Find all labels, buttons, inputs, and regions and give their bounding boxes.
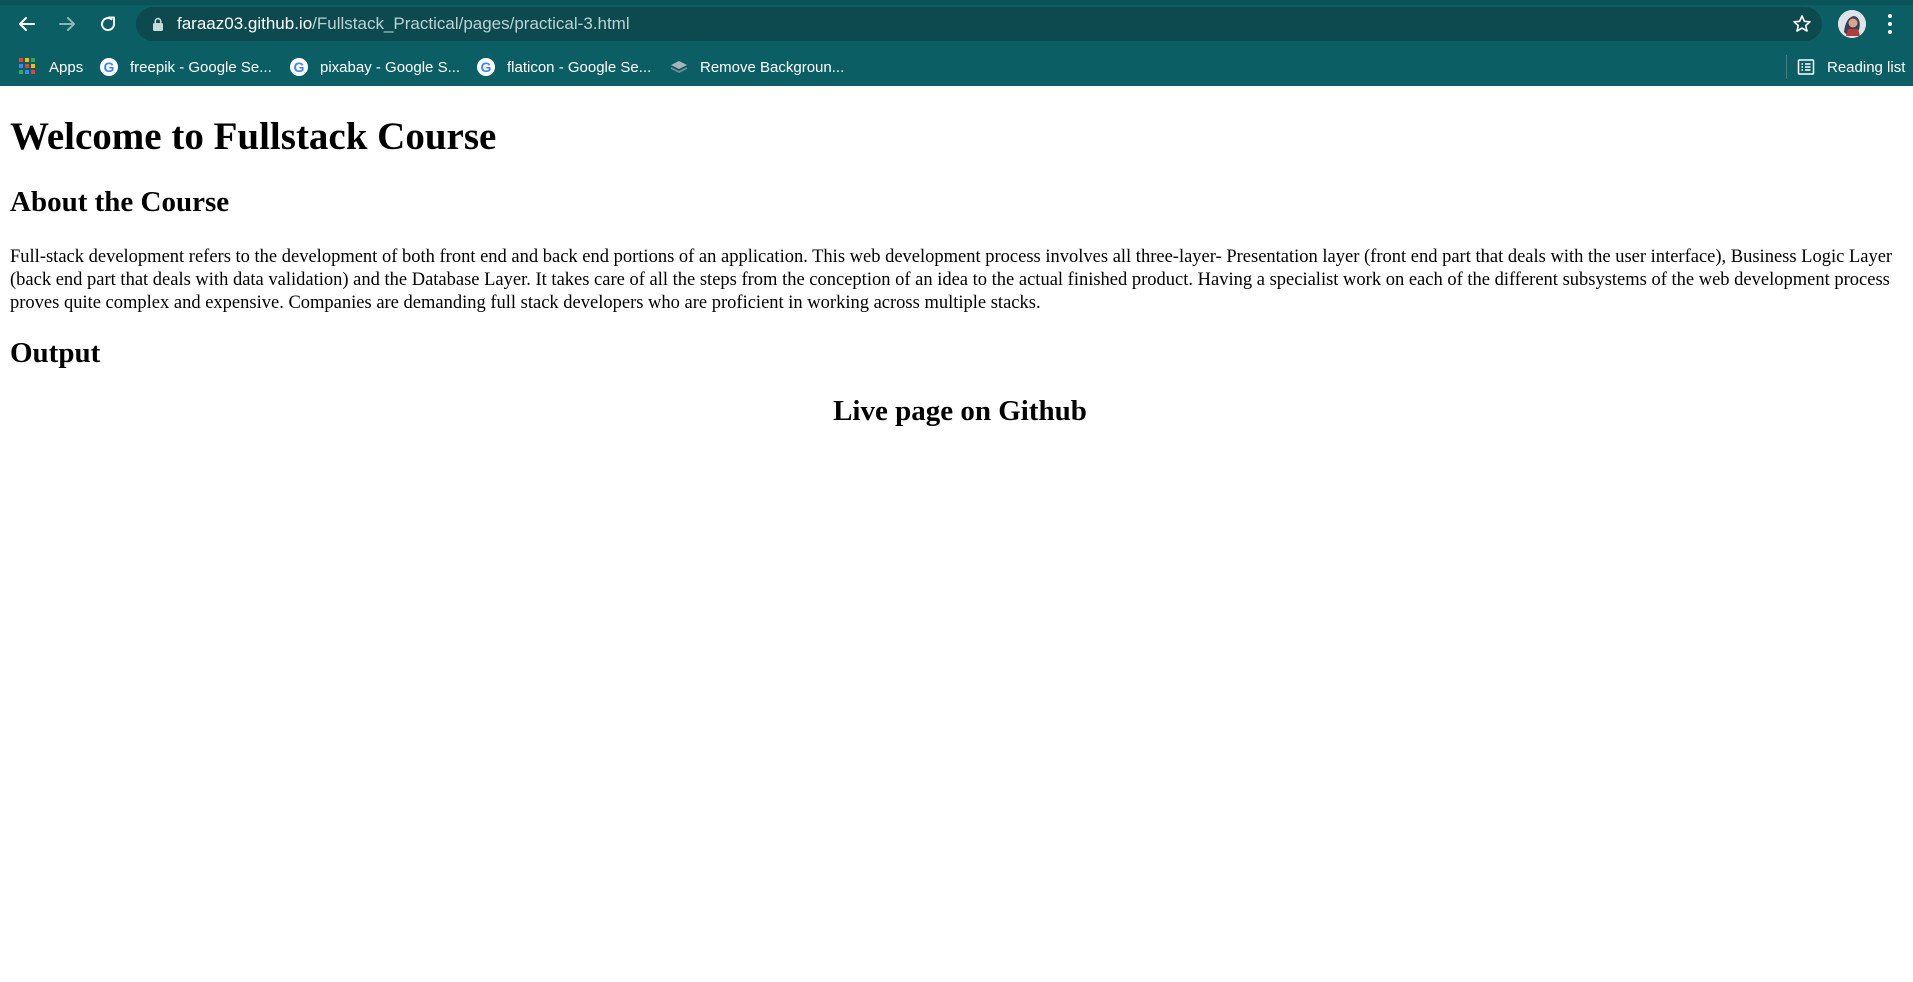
- page-content: Welcome to Fullstack Course About the Co…: [0, 86, 1913, 982]
- browser-toolbar: faraaz03.github.io/Fullstack_Practical/p…: [0, 0, 1913, 86]
- reading-list-label: Reading list: [1827, 58, 1906, 76]
- url-text[interactable]: faraaz03.github.io/Fullstack_Practical/p…: [177, 7, 630, 41]
- bookmark-pixabay[interactable]: G pixabay - Google S...: [290, 53, 460, 81]
- about-heading: About the Course: [10, 186, 230, 218]
- bookmark-label: Remove Backgroun...: [700, 58, 845, 76]
- bookmark-label: pixabay - Google S...: [320, 58, 461, 76]
- google-icon: G: [100, 58, 118, 76]
- remove-bg-icon: [670, 58, 688, 76]
- address-bar[interactable]: faraaz03.github.io/Fullstack_Practical/p…: [136, 7, 1822, 41]
- about-paragraph: Full-stack development refers to the dev…: [10, 247, 1893, 313]
- google-icon: G: [290, 58, 308, 76]
- output-heading: Output: [10, 337, 101, 369]
- browser-menu-button[interactable]: [1880, 12, 1900, 36]
- menu-dot: [1888, 22, 1892, 26]
- forward-arrow-icon: [59, 17, 75, 31]
- live-page-link[interactable]: Live page on Github: [0, 395, 1913, 428]
- reading-list-icon: [1797, 58, 1815, 76]
- back-button[interactable]: [10, 9, 44, 39]
- profile-avatar-icon: [1838, 10, 1866, 38]
- reload-icon: [101, 16, 116, 32]
- apps-grid-icon: [19, 58, 37, 76]
- bookmarks-bar: Apps G freepik - Google Se... G pixabay …: [0, 48, 1913, 86]
- lock-icon[interactable]: [152, 17, 164, 31]
- forward-button[interactable]: [50, 9, 84, 39]
- back-arrow-icon: [19, 17, 35, 31]
- reload-button[interactable]: [91, 9, 125, 39]
- bookmarks-divider: [1786, 55, 1787, 79]
- profile-avatar[interactable]: [1838, 10, 1866, 38]
- bookmark-freepik[interactable]: G freepik - Google Se...: [100, 53, 272, 81]
- page-title: Welcome to Fullstack Course: [10, 115, 497, 158]
- reading-list-button[interactable]: Reading list: [1797, 53, 1905, 81]
- bookmark-label: freepik - Google Se...: [130, 58, 272, 76]
- bookmark-remove-background[interactable]: Remove Backgroun...: [670, 53, 844, 81]
- bookmark-label: Apps: [49, 58, 84, 76]
- tab-strip-edge: [0, 0, 1913, 5]
- bookmark-label: flaticon - Google Se...: [507, 58, 652, 76]
- bookmark-star-icon[interactable]: [1792, 14, 1812, 34]
- bookmark-flaticon[interactable]: G flaticon - Google Se...: [477, 53, 651, 81]
- menu-dot: [1888, 30, 1892, 34]
- url-path: /Fullstack_Practical/pages/practical-3.h…: [312, 14, 630, 33]
- menu-dot: [1888, 14, 1892, 18]
- bookmark-apps[interactable]: Apps: [19, 53, 83, 81]
- google-icon: G: [477, 58, 495, 76]
- url-domain: faraaz03.github.io: [177, 14, 313, 33]
